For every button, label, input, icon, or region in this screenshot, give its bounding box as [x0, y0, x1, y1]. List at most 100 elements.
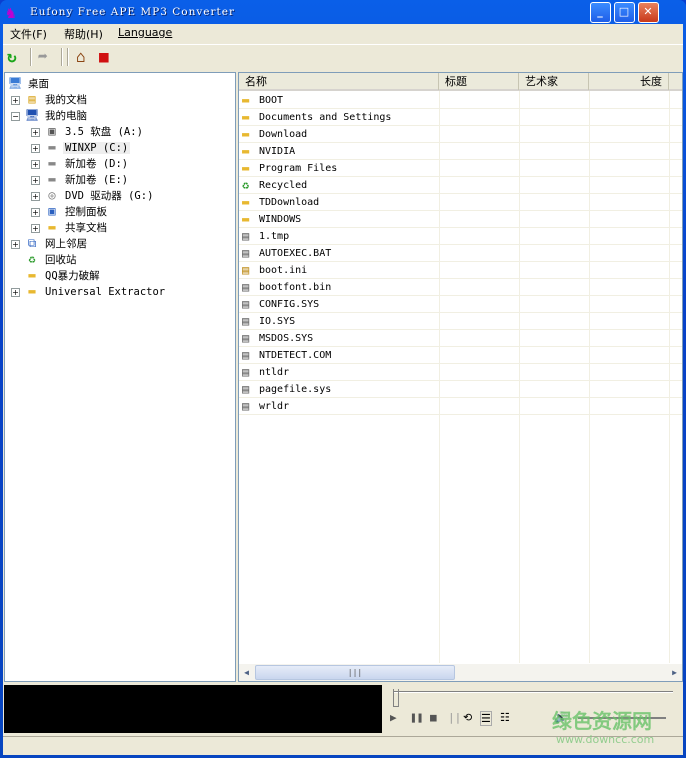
- desktop-icon: 🖥: [7, 76, 23, 90]
- scroll-left-button[interactable]: ◀: [239, 665, 254, 680]
- tree-node[interactable]: + ▬ Universal Extractor: [11, 283, 167, 299]
- expander-icon[interactable]: −: [11, 111, 20, 121]
- list-item[interactable]: ▬ Documents and Settings: [239, 109, 682, 126]
- floppy-icon: ▣: [48, 124, 56, 138]
- list-item[interactable]: ▤ CONFIG.SYS: [239, 296, 682, 313]
- list-item[interactable]: ▤ IO.SYS: [239, 313, 682, 330]
- folder-icon: ▬: [48, 220, 56, 234]
- list-item[interactable]: ▬ NVIDIA: [239, 143, 682, 160]
- title-bar[interactable]: ♞ Eufony Free APE MP3 Converter _ □ ✕: [0, 0, 686, 24]
- file-icon: ▤: [242, 229, 250, 243]
- folder-icon: ▬: [242, 93, 250, 107]
- expander-icon[interactable]: +: [11, 95, 20, 105]
- folder-tree[interactable]: 🖥 桌面 + ▤ 我的文档 − 🖥 我的电脑 + ▣ 3.5 软盘 (A:) + ▬ WINXP (C:)…: [4, 72, 236, 682]
- close-button[interactable]: ✕: [638, 2, 659, 23]
- tree-node[interactable]: + ▬ 共享文档: [31, 219, 109, 235]
- tree-node[interactable]: + ▬ 新加卷 (E:): [31, 171, 130, 187]
- list-item[interactable]: ▤ bootfont.bin: [239, 279, 682, 296]
- list-item[interactable]: ▬ TDDownload: [239, 194, 682, 211]
- column-more[interactable]: [669, 73, 682, 90]
- column-length[interactable]: 长度: [589, 73, 669, 90]
- file-icon: ▤: [242, 314, 250, 328]
- list-item[interactable]: ▤ AUTOEXEC.BAT: [239, 245, 682, 262]
- file-icon: ▤: [242, 399, 250, 413]
- separator: ||: [448, 711, 462, 724]
- expander-icon[interactable]: +: [31, 223, 40, 233]
- tree-node[interactable]: ▬ QQ暴力破解: [11, 267, 102, 283]
- scroll-right-button[interactable]: ▶: [667, 665, 682, 680]
- file-name: BOOT: [259, 95, 284, 106]
- menu-help[interactable]: 帮助(H): [64, 26, 103, 42]
- repeat-icon[interactable]: ⟲: [463, 711, 472, 724]
- expander-icon[interactable]: +: [31, 159, 40, 169]
- tree-node[interactable]: + ▬ WINXP (C:): [31, 139, 131, 155]
- expander-icon[interactable]: +: [31, 143, 40, 153]
- file-icon: ▤: [242, 280, 250, 294]
- scroll-thumb[interactable]: |||: [255, 665, 455, 680]
- forward-icon[interactable]: ➦: [38, 47, 48, 66]
- video-display: [4, 685, 382, 733]
- file-name: Program Files: [259, 163, 338, 174]
- watermark-url: www.downcc.com: [556, 733, 655, 746]
- file-name: Documents and Settings: [259, 112, 392, 123]
- list-item[interactable]: ▬ Program Files: [239, 160, 682, 177]
- list-item[interactable]: ▤ 1.tmp: [239, 228, 682, 245]
- expander-icon[interactable]: +: [31, 191, 40, 201]
- horizontal-scrollbar[interactable]: ◀ ||| ▶: [239, 664, 682, 681]
- file-name: 1.tmp: [259, 231, 290, 242]
- tree-node[interactable]: + ▣ 3.5 软盘 (A:): [31, 123, 145, 139]
- tree-node-label: 桌面: [28, 78, 49, 90]
- list-item[interactable]: ▤ NTDETECT.COM: [239, 347, 682, 364]
- refresh-icon[interactable]: ↻: [7, 47, 17, 66]
- list-item[interactable]: ▤ ntldr: [239, 364, 682, 381]
- expander-icon[interactable]: +: [11, 239, 20, 249]
- column-artist[interactable]: 艺术家: [519, 73, 589, 90]
- tree-node-label: DVD 驱动器 (G:): [65, 190, 154, 202]
- tree-node[interactable]: + ▬ 新加卷 (D:): [31, 155, 130, 171]
- list-item[interactable]: ▤ pagefile.sys: [239, 381, 682, 398]
- tree-node[interactable]: 🖥 桌面: [7, 75, 51, 91]
- home-icon[interactable]: ⌂: [76, 47, 86, 66]
- list-item[interactable]: ▬ BOOT: [239, 92, 682, 109]
- list-item[interactable]: ▤ MSDOS.SYS: [239, 330, 682, 347]
- tree-node[interactable]: + ▤ 我的文档: [11, 91, 89, 107]
- list-item[interactable]: ▬ WINDOWS: [239, 211, 682, 228]
- recycle-bin-icon: ♻: [242, 178, 250, 192]
- maximize-button[interactable]: □: [614, 2, 635, 23]
- expander-icon[interactable]: +: [31, 207, 40, 217]
- expander-icon[interactable]: +: [31, 127, 40, 137]
- stop-icon[interactable]: ■: [430, 711, 437, 724]
- expander-icon[interactable]: +: [31, 175, 40, 185]
- folder-icon: ▬: [242, 110, 250, 124]
- play-icon[interactable]: ▶: [390, 711, 397, 724]
- list-item[interactable]: ▬ Download: [239, 126, 682, 143]
- tree-node[interactable]: − 🖥 我的电脑: [11, 107, 89, 123]
- tree-node[interactable]: + ▣ 控制面板: [31, 203, 109, 219]
- file-list[interactable]: 名称 标题 艺术家 长度 ◀ ||| ▶ ▬ BOOT ▬ Documents and…: [238, 72, 683, 682]
- list-icon[interactable]: ☷: [500, 711, 510, 724]
- column-name[interactable]: 名称: [239, 73, 439, 90]
- list-item[interactable]: ▤ wrldr: [239, 398, 682, 415]
- book-icon[interactable]: ■: [99, 47, 109, 66]
- expander-icon[interactable]: +: [11, 287, 20, 297]
- seek-slider[interactable]: [393, 691, 673, 693]
- tree-node[interactable]: ♻ 回收站: [11, 251, 79, 267]
- minimize-button[interactable]: _: [590, 2, 611, 23]
- file-name: Download: [259, 129, 308, 140]
- folder-icon: ▬: [28, 268, 36, 282]
- folder-icon: ▬: [242, 195, 250, 209]
- computer-icon: 🖥: [24, 108, 40, 122]
- tree-node[interactable]: + ⧉ 网上邻居: [11, 235, 89, 251]
- menu-language[interactable]: Language: [118, 26, 172, 39]
- file-name: MSDOS.SYS: [259, 333, 314, 344]
- seek-thumb[interactable]: [393, 689, 399, 707]
- menu-file[interactable]: 文件(F): [10, 26, 47, 42]
- list-item[interactable]: ▤ boot.ini: [239, 262, 682, 279]
- playlist-icon[interactable]: ☰: [480, 711, 492, 726]
- toolbar-separator: [30, 48, 32, 66]
- column-title[interactable]: 标题: [439, 73, 519, 90]
- folder-icon: ▬: [28, 284, 36, 298]
- tree-node[interactable]: + ◎ DVD 驱动器 (G:): [31, 187, 155, 203]
- pause-icon[interactable]: ❚❚: [410, 711, 423, 724]
- list-item[interactable]: ♻ Recycled: [239, 177, 682, 194]
